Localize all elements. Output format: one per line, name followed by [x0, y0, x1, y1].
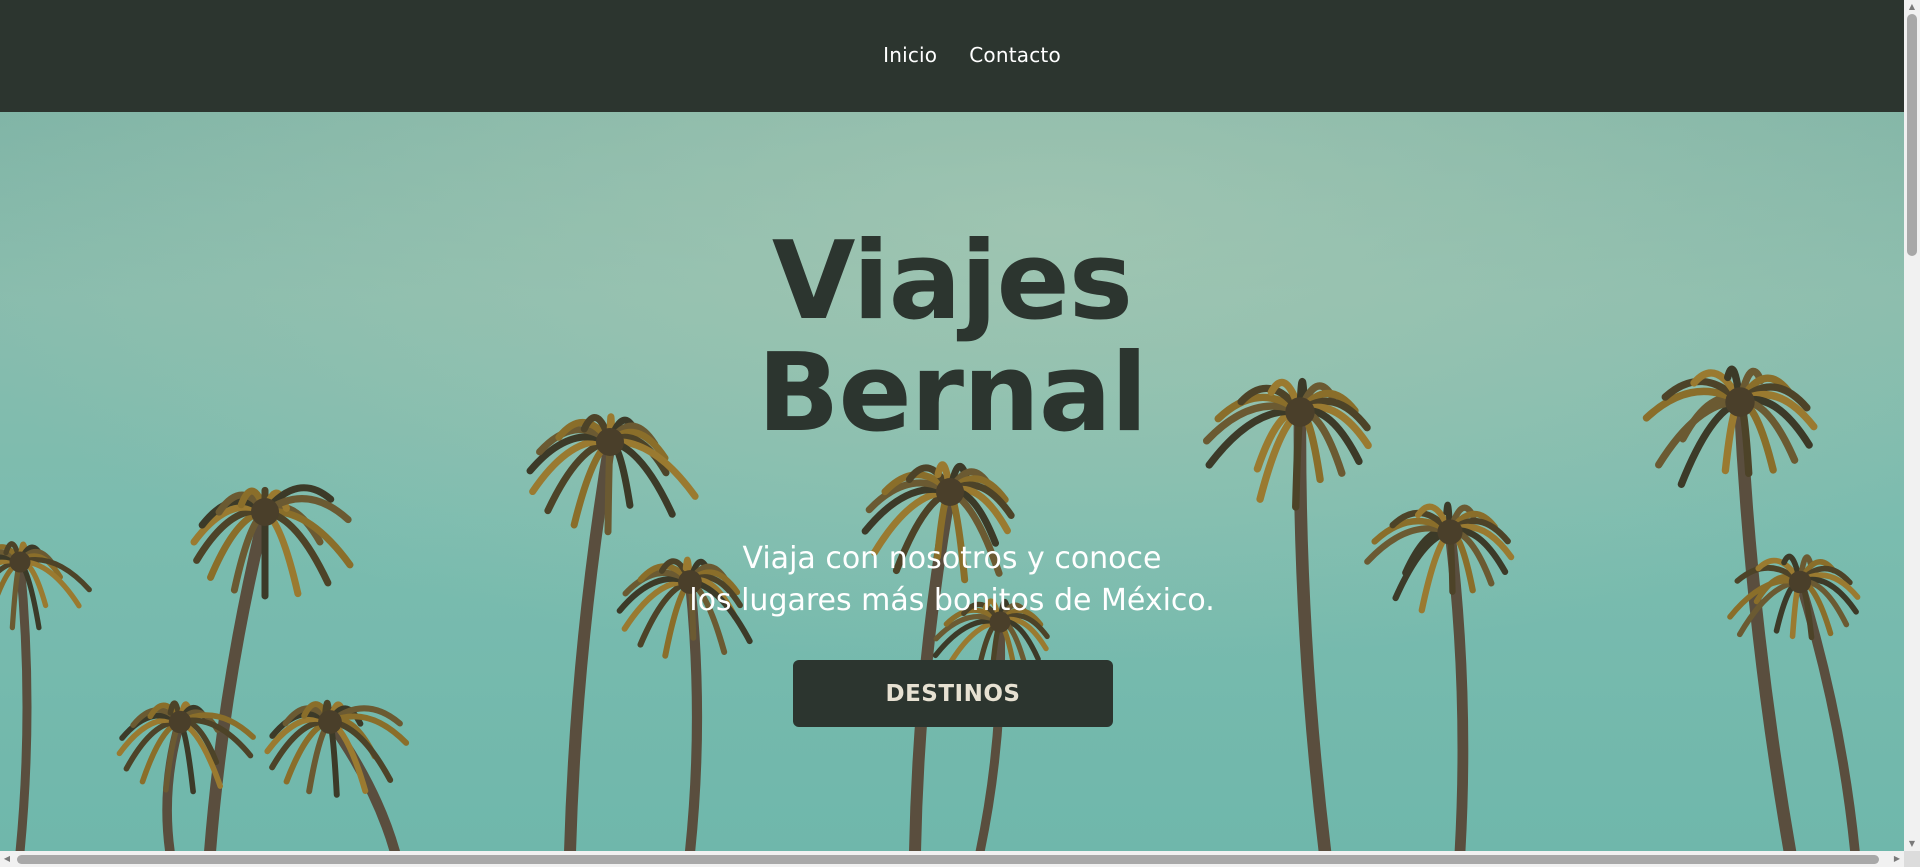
vertical-scrollbar-thumb[interactable] [1907, 14, 1917, 256]
scroll-up-icon[interactable]: ▲ [1904, 0, 1920, 14]
top-navigation-bar: Inicio Contacto [0, 0, 1904, 112]
horizontal-scrollbar[interactable]: ◀ ▶ [0, 851, 1904, 867]
scrollbar-corner [1904, 851, 1920, 867]
nav-links: Inicio Contacto [883, 43, 1061, 67]
hero-content: Viajes Bernal Viaja con nosotros y conoc… [0, 112, 1904, 852]
hero-title-line-2: Bernal [757, 331, 1148, 456]
nav-link-contacto[interactable]: Contacto [969, 43, 1061, 67]
hero-title-line-1: Viajes [771, 219, 1133, 344]
hero-subtitle: Viaja con nosotros y conoce los lugares … [0, 538, 1904, 622]
vertical-scrollbar[interactable]: ▲ ▼ [1904, 0, 1920, 851]
scroll-left-icon[interactable]: ◀ [0, 851, 14, 867]
browser-viewport: Inicio Contacto Viajes Bernal Viaja con … [0, 0, 1920, 867]
hero-section: Viajes Bernal Viaja con nosotros y conoc… [0, 112, 1904, 852]
scroll-down-icon[interactable]: ▼ [1904, 837, 1920, 851]
hero-title: Viajes Bernal [0, 226, 1904, 450]
scroll-right-icon[interactable]: ▶ [1890, 851, 1904, 867]
horizontal-scrollbar-thumb[interactable] [17, 855, 1879, 864]
hero-subtitle-line-2: los lugares más bonitos de México. [689, 583, 1215, 618]
hero-subtitle-line-1: Viaja con nosotros y conoce [742, 541, 1162, 576]
destinos-button[interactable]: DESTINOS [793, 660, 1113, 727]
nav-link-inicio[interactable]: Inicio [883, 43, 937, 67]
